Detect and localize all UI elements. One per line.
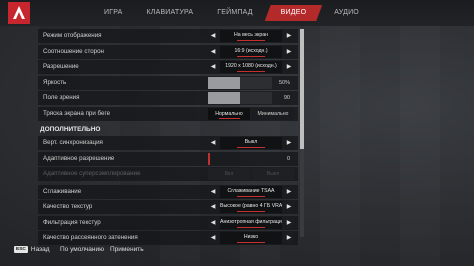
setting-label: Качество текстур [43,203,93,210]
selector-value: 1920 x 1080 (исходн.) [220,61,282,73]
bottom-bar: ESC Назад По умолчанию Применить [0,240,474,266]
vsync-selector[interactable]: ◀ Выкл ▶ [208,137,294,149]
chevron-left-icon[interactable]: ◀ [208,186,218,198]
selector-value: Анизотропная фильтрация 4X [220,216,282,229]
adaptive-resolution-slider[interactable]: 0 [208,152,294,165]
setting-label: Верт. синхронизация [43,139,103,146]
setting-display-mode[interactable]: Режим отображения ◀ На весь экран ▶ [38,29,298,43]
display-mode-selector[interactable]: ◀ На весь экран ▶ [208,30,294,42]
chevron-left-icon[interactable]: ◀ [208,137,218,149]
apply-button[interactable]: Применить [110,246,144,253]
aspect-ratio-selector[interactable]: ◀ 16:9 (исходн.) ▶ [208,45,294,58]
setting-adaptive-resolution[interactable]: Адаптивное разрешение 0 [38,151,298,166]
chevron-right-icon[interactable]: ▶ [284,61,294,73]
chevron-left-icon[interactable]: ◀ [208,217,218,229]
chevron-right-icon[interactable]: ▶ [284,217,294,229]
chevron-left-icon[interactable]: ◀ [208,61,218,73]
setting-label: Сглаживание [43,187,82,195]
camera-shake-toggle[interactable]: Нормально Минимально [208,107,294,120]
scrollbar-thumb[interactable] [300,29,304,149]
setting-label: Соотношение сторон [43,47,104,55]
chevron-right-icon[interactable]: ▶ [284,137,294,149]
selector-value: 16:9 (исходн.) [220,45,282,58]
slider-fill [208,92,240,104]
defaults-button[interactable]: По умолчанию [60,246,104,253]
slider-track[interactable] [208,76,272,89]
chevron-left-icon[interactable]: ◀ [208,30,218,42]
settings-scrollbar[interactable] [300,29,304,237]
defaults-label: По умолчанию [60,246,104,253]
tab-gamepad[interactable]: ГЕЙМПАД [205,5,264,21]
slider-value: 90 [283,95,290,101]
slider-track[interactable] [208,92,272,104]
settings-list: Режим отображения ◀ На весь экран ▶ Соот… [38,29,298,247]
apply-label: Применить [110,246,144,253]
slider-value: 50% [278,79,290,86]
setting-label: Поле зрения [43,94,80,101]
setting-label: Адаптивное разрешение [43,154,115,162]
option-minimal[interactable]: Минимально [252,107,294,120]
setting-texture-filtering[interactable]: Фильтрация текстур ◀ Анизотропная фильтр… [38,215,298,230]
settings-tabs: ИГРА КЛАВИАТУРА ГЕЙМПАД ВИДЕО АУДИО [92,5,371,21]
setting-label: Режим отображения [43,32,102,39]
selector-value: Сглаживание TSAA [220,185,282,198]
setting-brightness[interactable]: Яркость 50% [38,75,298,90]
section-heading-advanced: ДОПОЛНИТЕЛЬНО [40,125,101,133]
option-off: Выкл [252,168,294,180]
setting-aspect-ratio[interactable]: Соотношение сторон ◀ 16:9 (исходн.) ▶ [38,44,298,59]
selector-value: На весь экран [220,30,282,42]
adaptive-supersampling-toggle: Вкл Выкл [208,168,294,180]
chevron-left-icon[interactable]: ◀ [208,46,218,58]
resolution-selector[interactable]: ◀ 1920 x 1080 (исходн.) ▶ [208,61,294,73]
chevron-right-icon[interactable]: ▶ [284,201,294,213]
setting-label: Разрешение [43,63,79,70]
chevron-right-icon[interactable]: ▶ [284,30,294,42]
antialiasing-selector[interactable]: ◀ Сглаживание TSAA ▶ [208,185,294,198]
brightness-slider[interactable]: 50% [208,76,294,89]
setting-vsync[interactable]: Верт. синхронизация ◀ Выкл ▶ [38,136,298,150]
setting-label: Фильтрация текстур [43,218,101,226]
apex-logo-icon [8,2,30,24]
selector-value: Выкл [220,137,282,149]
setting-label: Адаптивное суперсэмплирование [43,170,141,177]
slider-value: 0 [286,155,290,162]
tab-video[interactable]: ВИДЕО [265,5,323,21]
option-normal[interactable]: Нормально [208,107,250,120]
fov-slider[interactable]: 90 [208,92,294,104]
slider-fill [208,76,240,89]
chevron-right-icon[interactable]: ▶ [284,186,294,198]
chevron-right-icon[interactable]: ▶ [284,46,294,58]
slider-fill [208,152,210,165]
option-on: Вкл [208,168,250,180]
setting-resolution[interactable]: Разрешение ◀ 1920 x 1080 (исходн.) ▶ [38,60,298,74]
top-bar: ИГРА КЛАВИАТУРА ГЕЙМПАД ВИДЕО АУДИО [0,0,474,26]
slider-track[interactable] [208,152,272,165]
back-button[interactable]: ESC Назад [14,246,50,253]
tab-keyboard[interactable]: КЛАВИАТУРА [135,5,206,21]
setting-camera-shake[interactable]: Тряска экрана при беге Нормально Минимал… [38,106,298,121]
selector-value: Высокое (равно 4 ГБ VRAM) [220,201,282,213]
esc-key-icon: ESC [14,246,28,253]
setting-antialiasing[interactable]: Сглаживание ◀ Сглаживание TSAA ▶ [38,184,298,199]
tab-game[interactable]: ИГРА [92,5,135,21]
setting-fov[interactable]: Поле зрения 90 [38,91,298,105]
setting-label: Тряска экрана при беге [43,109,111,117]
texture-filtering-selector[interactable]: ◀ Анизотропная фильтрация 4X ▶ [208,216,294,229]
texture-quality-selector[interactable]: ◀ Высокое (равно 4 ГБ VRAM) ▶ [208,201,294,213]
tab-audio[interactable]: АУДИО [322,5,371,21]
setting-texture-quality[interactable]: Качество текстур ◀ Высокое (равно 4 ГБ V… [38,200,298,214]
back-label: Назад [30,246,50,253]
setting-adaptive-supersampling: Адаптивное суперсэмплирование Вкл Выкл [38,167,298,181]
setting-label: Яркость [43,78,67,86]
chevron-left-icon[interactable]: ◀ [208,201,218,213]
